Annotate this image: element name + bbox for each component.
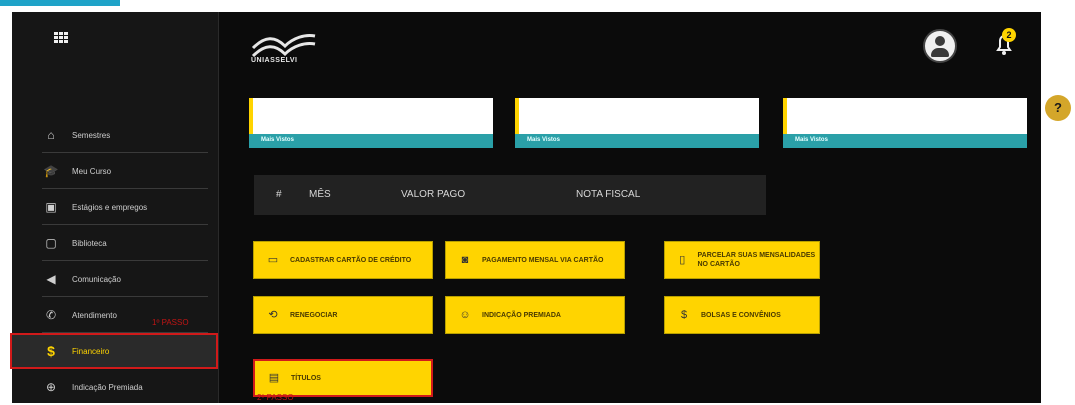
notifications-bell-icon[interactable]: 2: [989, 28, 1019, 58]
logo-text: UNIASSELVI: [251, 57, 298, 64]
sidebar-item-label: Financeiro: [72, 346, 110, 356]
cash-icon: ◙: [461, 254, 469, 266]
button-label: RENEGOCIAR: [290, 311, 338, 319]
payments-table-header: # MÊS VALOR PAGO NOTA FISCAL: [254, 175, 766, 215]
sidebar: ⌂ Semestres 🎓 Meu Curso ▣ Estágios e emp…: [10, 12, 219, 405]
titulos-button[interactable]: ▤ TÍTULOS: [253, 359, 433, 397]
apps-grid-icon[interactable]: [54, 32, 68, 44]
card-footer-label: Mais Vistos: [527, 137, 560, 143]
sidebar-item-label: Estágios e empregos: [72, 202, 148, 212]
dollar-icon: $: [47, 343, 55, 359]
button-label: CADASTRAR CARTÃO DE CRÉDITO: [290, 256, 412, 264]
graduation-cap-icon: 🎓: [43, 164, 59, 178]
hand-money-icon: $: [680, 309, 688, 321]
column-amount-paid: VALOR PAGO: [401, 189, 466, 200]
negotiate-icon: ⟲: [268, 309, 278, 321]
info-card-2[interactable]: Mais Vistos: [515, 98, 759, 148]
user-avatar-icon[interactable]: [923, 29, 957, 63]
book-icon: ▢: [45, 236, 57, 250]
home-icon: ⌂: [47, 128, 55, 142]
button-label: TÍTULOS: [291, 374, 321, 382]
people-icon: ☺: [459, 309, 471, 321]
monthly-card-payment-button[interactable]: ◙ PAGAMENTO MENSAL VIA CARTÃO: [445, 241, 625, 279]
column-number: #: [276, 189, 282, 200]
sidebar-item-label: Meu Curso: [72, 166, 112, 176]
top-strip: [0, 0, 1075, 12]
card-footer: Mais Vistos: [515, 134, 759, 148]
card-footer: Mais Vistos: [783, 134, 1027, 148]
sidebar-item-semestres[interactable]: ⌂ Semestres: [12, 117, 218, 153]
column-month: MÊS: [309, 189, 331, 200]
card-footer: Mais Vistos: [249, 134, 493, 148]
renegotiate-button[interactable]: ⟲ RENEGOCIAR: [253, 296, 433, 334]
sidebar-item-financeiro[interactable]: $ Financeiro: [10, 333, 218, 369]
scholarships-button[interactable]: $ BOLSAS E CONVÊNIOS: [664, 296, 820, 334]
document-icon: ▯: [679, 254, 686, 266]
sidebar-item-atendimento[interactable]: ✆ Atendimento: [12, 297, 218, 333]
sidebar-item-label: Atendimento: [72, 310, 117, 320]
button-label: BOLSAS E CONVÊNIOS: [701, 311, 781, 319]
sidebar-item-label: Comunicação: [72, 274, 121, 284]
sidebar-item-comunicacao[interactable]: ◀ Comunicação: [12, 261, 218, 297]
main-content: UNIASSELVI 2 Mais Vistos Mais Vistos Mai…: [219, 12, 1041, 403]
card-accent: [783, 98, 787, 134]
info-card-3[interactable]: Mais Vistos: [783, 98, 1027, 148]
top-accent-bar: [0, 0, 120, 6]
button-label: INDICAÇÃO PREMIADA: [482, 311, 561, 319]
sidebar-item-estagios[interactable]: ▣ Estágios e empregos: [12, 189, 218, 225]
button-label: PAGAMENTO MENSAL VIA CARTÃO: [482, 256, 604, 264]
referral-icon: ⊕: [45, 380, 57, 394]
sidebar-item-meu-curso[interactable]: 🎓 Meu Curso: [12, 153, 218, 189]
button-label: PARCELAR SUAS MENSALIDADES NO CARTÃO: [697, 252, 816, 268]
megaphone-icon: ◀: [46, 272, 56, 286]
card-footer-label: Mais Vistos: [261, 137, 294, 143]
card-accent: [249, 98, 253, 134]
sidebar-menu: ⌂ Semestres 🎓 Meu Curso ▣ Estágios e emp…: [10, 117, 218, 405]
sidebar-item-label: Semestres: [72, 130, 111, 140]
help-button[interactable]: ?: [1045, 95, 1071, 121]
briefcase-icon: ▣: [45, 200, 57, 214]
credit-card-icon: ▭: [267, 254, 279, 266]
step-1-annotation: 1º PASSO: [152, 318, 189, 327]
card-footer-label: Mais Vistos: [795, 137, 828, 143]
phone-icon: ✆: [45, 308, 57, 322]
installments-button[interactable]: ▯ PARCELAR SUAS MENSALIDADES NO CARTÃO: [664, 241, 820, 279]
notification-badge: 2: [1002, 28, 1016, 42]
step-2-annotation: 2º PASSO: [257, 393, 294, 402]
column-invoice: NOTA FISCAL: [576, 189, 641, 200]
sidebar-item-biblioteca[interactable]: ▢ Biblioteca: [12, 225, 218, 261]
info-card-1[interactable]: Mais Vistos: [249, 98, 493, 148]
card-accent: [515, 98, 519, 134]
register-credit-card-button[interactable]: ▭ CADASTRAR CARTÃO DE CRÉDITO: [253, 241, 433, 279]
sidebar-item-label: Biblioteca: [72, 238, 107, 248]
bank-slip-icon: ▤: [268, 372, 280, 384]
sidebar-item-indicacao-premiada[interactable]: ⊕ Indicação Premiada: [12, 369, 218, 405]
referral-button[interactable]: ☺ INDICAÇÃO PREMIADA: [445, 296, 625, 334]
sidebar-item-label: Indicação Premiada: [72, 382, 143, 392]
